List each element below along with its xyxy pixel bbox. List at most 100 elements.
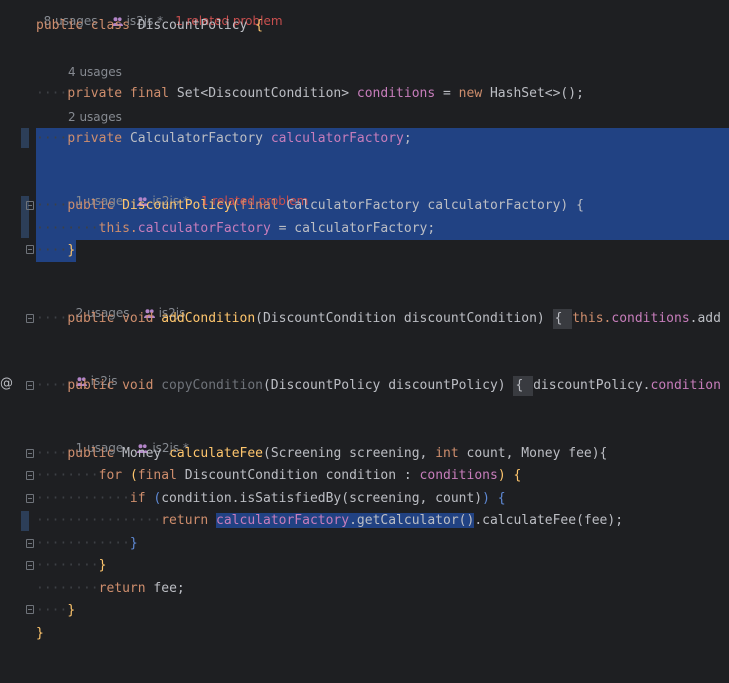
code-token: discountPolicy. <box>533 378 651 393</box>
indent-dots: ···· <box>36 198 68 213</box>
folded-region[interactable]: { <box>513 376 534 396</box>
code-token: public void <box>67 378 162 393</box>
indent-dots: ···· <box>36 311 68 326</box>
fold-toggle-icon[interactable] <box>26 561 34 570</box>
code-line[interactable]: ················return calculatorFactory… <box>36 511 729 531</box>
code-token: public class <box>36 18 138 33</box>
code-line[interactable]: ····} <box>36 601 729 621</box>
code-token: } <box>67 243 76 258</box>
code-token: copyCondition <box>161 378 263 393</box>
indent-dots: ············ <box>36 536 130 551</box>
code-token: if <box>129 491 154 506</box>
code-token: CalculatorFactory <box>129 131 271 146</box>
fold-toggle-icon[interactable] <box>26 494 34 503</box>
indent-dots: ············ <box>36 491 130 506</box>
code-token: = <box>435 86 459 101</box>
fold-toggle-icon[interactable] <box>26 539 34 548</box>
override-icon[interactable]: @ <box>0 376 13 391</box>
code-token: DiscountPolicy <box>122 198 232 213</box>
change-marker[interactable] <box>21 511 29 531</box>
code-line[interactable]: ········} <box>36 556 729 576</box>
code-line[interactable]: ········for (final DiscountCondition con… <box>36 466 729 486</box>
code-token: (Screening screening, <box>263 446 436 461</box>
indent-dots: ···· <box>36 603 68 618</box>
fold-toggle-icon[interactable] <box>26 471 34 480</box>
fold-toggle-icon[interactable] <box>26 314 34 323</box>
code-token: this. <box>572 311 612 326</box>
fold-toggle-icon[interactable] <box>26 245 34 254</box>
fold-toggle-icon[interactable] <box>26 381 34 390</box>
code-token: .add <box>689 311 721 326</box>
indent-dots: ················ <box>36 513 162 528</box>
code-token: .calculateFee(fee); <box>474 513 624 528</box>
code-line[interactable]: ····private CalculatorFactory calculator… <box>36 129 729 149</box>
code-token: fee; <box>153 581 185 596</box>
code-line[interactable]: ········return fee; <box>36 579 729 599</box>
code-vision-hint[interactable]: 2 usages <box>68 109 122 125</box>
code-token: return <box>161 513 217 528</box>
code-token: this. <box>98 221 138 236</box>
code-token: final <box>137 468 185 483</box>
fold-toggle-icon[interactable] <box>26 449 34 458</box>
code-line[interactable]: ····public Money calculateFee(Screening … <box>36 444 729 464</box>
code-token: calculatorFactory <box>137 221 271 236</box>
usages-hint[interactable]: 4 usages <box>68 65 122 79</box>
code-token: conditions <box>356 86 436 101</box>
code-token: public <box>67 446 123 461</box>
code-token: final <box>239 198 287 213</box>
code-token: condition <box>650 378 721 393</box>
code-token: calculatorFactory <box>270 131 404 146</box>
editor-gutter: @ <box>0 0 36 683</box>
code-token: { <box>247 18 263 33</box>
code-line[interactable]: } <box>36 624 729 644</box>
code-token: Money <box>122 446 170 461</box>
code-token: ( <box>231 198 240 213</box>
code-token: = calculatorFactory; <box>270 221 436 236</box>
code-token: ) { <box>497 468 522 483</box>
code-line[interactable]: ········this.calculatorFactory = calcula… <box>36 219 729 239</box>
code-token: return <box>98 581 154 596</box>
code-line[interactable]: ····public DiscountPolicy(final Calculat… <box>36 196 729 216</box>
code-token: CalculatorFactory calculatorFactory) { <box>286 198 584 213</box>
code-line[interactable]: ····private final Set<DiscountCondition>… <box>36 84 729 104</box>
indent-dots: ········ <box>36 468 99 483</box>
indent-dots: ········ <box>36 221 99 236</box>
fold-toggle-icon[interactable] <box>26 201 34 210</box>
code-token: public <box>67 198 123 213</box>
folded-region[interactable]: { <box>552 309 573 329</box>
code-line[interactable]: ············} <box>36 534 729 554</box>
code-token: condition.isSatisfiedBy(screening, count… <box>161 491 483 506</box>
code-token: HashSet<>(); <box>489 86 584 101</box>
code-token: private <box>67 131 130 146</box>
change-marker[interactable] <box>21 128 29 148</box>
indent-dots: ···· <box>36 86 68 101</box>
code-token: calculateFee <box>169 446 263 461</box>
code-token: conditions <box>611 311 690 326</box>
code-token: new <box>458 86 490 101</box>
code-token: public void <box>67 311 162 326</box>
code-token: for <box>98 468 130 483</box>
usages-hint[interactable]: 2 usages <box>68 110 122 124</box>
code-token: DiscountCondition condition : <box>184 468 420 483</box>
code-token: } <box>36 626 44 641</box>
code-token: int <box>435 446 467 461</box>
code-line[interactable]: public class DiscountPolicy { <box>36 16 729 36</box>
code-token: ( <box>129 468 138 483</box>
code-token: } <box>67 603 76 618</box>
code-line[interactable]: ····} <box>36 241 729 261</box>
code-vision-hint[interactable]: 4 usages <box>68 64 122 80</box>
indent-dots: ···· <box>36 378 68 393</box>
code-token: calculatorFactory <box>216 513 350 528</box>
indent-dots: ········ <box>36 558 99 573</box>
code-line[interactable]: ····public void copyCondition(DiscountPo… <box>36 376 729 396</box>
indent-dots: ···· <box>36 131 68 146</box>
code-token: conditions <box>419 468 498 483</box>
code-token: addCondition <box>161 311 256 326</box>
indent-dots: ···· <box>36 243 68 258</box>
code-token: count, Money fee){ <box>466 446 608 461</box>
fold-toggle-icon[interactable] <box>26 605 34 614</box>
code-token: ) { <box>482 491 506 506</box>
code-line[interactable]: ····public void addCondition(DiscountCon… <box>36 309 729 329</box>
code-line[interactable]: ············if (condition.isSatisfiedBy(… <box>36 489 729 509</box>
code-token: ; <box>403 131 412 146</box>
